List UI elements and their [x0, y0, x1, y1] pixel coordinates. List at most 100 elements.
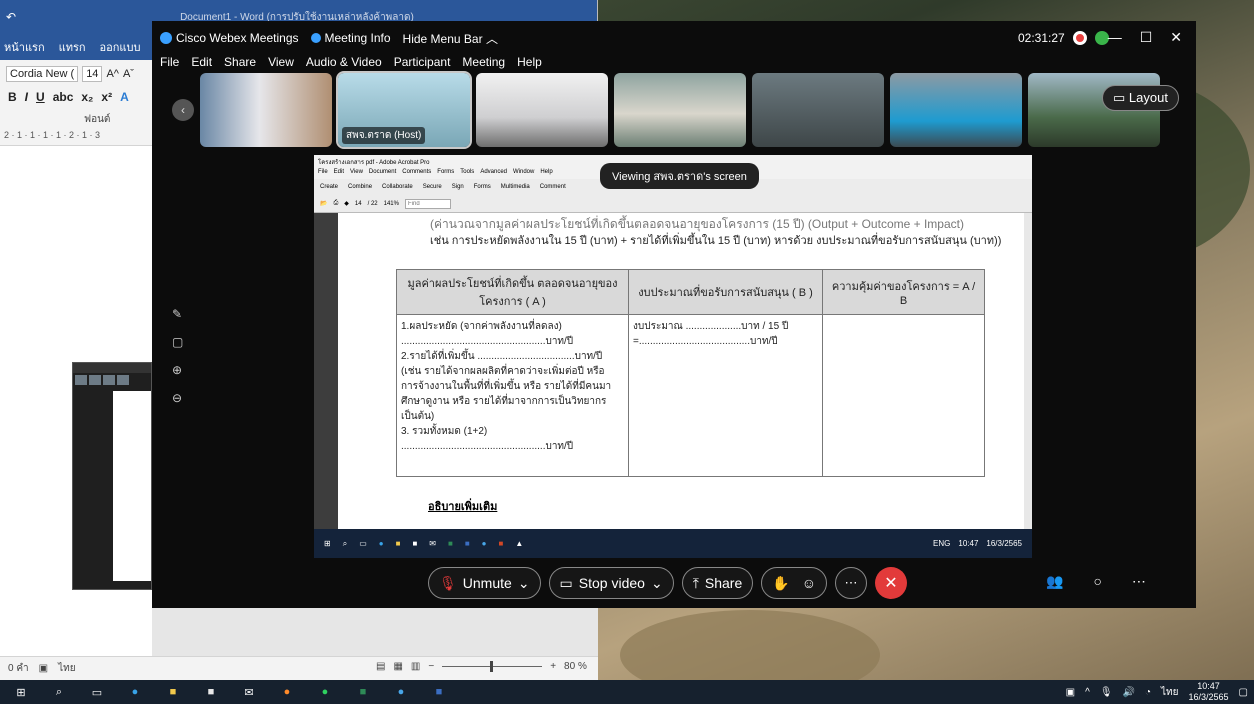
firefox-icon[interactable]: ● — [278, 683, 296, 701]
superscript-icon[interactable]: x² — [101, 90, 112, 104]
reaction-icon[interactable]: ☺ — [802, 575, 816, 591]
font-size-select[interactable]: 14 — [82, 66, 103, 82]
bold-icon[interactable]: B — [8, 90, 17, 104]
zoom-out-icon[interactable]: ⊖ — [172, 391, 183, 405]
chat-icon[interactable]: ○ — [1093, 573, 1101, 590]
maximize-icon[interactable]: ☐ — [1140, 29, 1153, 46]
participant-video-host[interactable]: สพจ.ตราด (Host) — [336, 71, 472, 149]
minimize-icon[interactable]: — — [1108, 29, 1122, 46]
tab-insert[interactable]: แทรก — [59, 38, 86, 56]
tab-home[interactable]: หน้าแรก — [4, 38, 45, 56]
taskbar-clock[interactable]: 10:47 16/3/2565 — [1189, 681, 1229, 703]
italic-icon[interactable]: I — [25, 90, 28, 104]
more-panels-icon[interactable]: ⋯ — [1132, 573, 1146, 590]
wifi-icon[interactable]: ◔ — [1145, 687, 1151, 698]
explorer-icon[interactable]: ■ — [164, 683, 182, 701]
word-icon[interactable]: ■ — [430, 683, 448, 701]
task-view-icon[interactable]: ▭ — [88, 683, 106, 701]
caption-icon[interactable]: ▢ — [172, 335, 183, 349]
meeting-info-button[interactable]: Meeting Info — [310, 31, 391, 45]
leave-meeting-button[interactable]: ✕ — [874, 567, 907, 599]
zoom-slider[interactable] — [442, 661, 543, 672]
tab-design[interactable]: ออกแบบ — [100, 38, 141, 56]
stop-video-button[interactable]: ▭ Stop video ⌄ — [548, 567, 674, 599]
participant-video[interactable] — [200, 73, 332, 147]
participants-icon[interactable]: 👥 — [1046, 573, 1063, 590]
prev-page-icon[interactable]: ◆ — [344, 200, 349, 207]
grow-font-icon[interactable]: A^ — [106, 68, 119, 80]
word-count[interactable]: 0 คำ — [8, 661, 29, 676]
notification-icon[interactable]: ▢ — [1239, 687, 1248, 698]
print-layout-icon[interactable]: ▦ — [393, 661, 402, 672]
menu-help[interactable]: Help — [517, 55, 542, 69]
menu-file[interactable]: File — [160, 55, 179, 69]
zoom-in-button[interactable]: + — [550, 661, 556, 672]
search-icon[interactable]: ⌕ — [50, 683, 68, 701]
undo-icon[interactable]: ↶ — [6, 10, 16, 24]
participant-video[interactable] — [752, 73, 884, 147]
raise-hand-reactions[interactable]: ✋ ☺ — [761, 567, 827, 599]
participant-video[interactable] — [890, 73, 1022, 147]
acro-menu-file[interactable]: File — [318, 169, 328, 179]
tablet-icon[interactable]: ▣ — [1066, 687, 1075, 698]
acro-sign[interactable]: Sign — [452, 184, 464, 190]
excel-icon[interactable]: ■ — [354, 683, 372, 701]
share-button[interactable]: ⤒ Share — [681, 567, 754, 599]
acro-menu-forms[interactable]: Forms — [437, 169, 454, 179]
open-icon[interactable]: 📂 — [320, 200, 327, 207]
acro-collaborate[interactable]: Collaborate — [382, 184, 413, 190]
pen-icon[interactable]: ✎ — [172, 307, 183, 321]
line-icon[interactable]: ● — [316, 683, 334, 701]
menu-view[interactable]: View — [268, 55, 294, 69]
participant-video[interactable] — [476, 73, 608, 147]
unmute-button[interactable]: 🎙 Unmute ⌄ — [428, 567, 541, 599]
page-current[interactable]: 14 — [355, 201, 362, 207]
acro-menu-document[interactable]: Document — [369, 169, 396, 179]
print-icon[interactable]: ⎙ — [333, 200, 338, 207]
acro-menu-window[interactable]: Window — [513, 169, 534, 179]
read-mode-icon[interactable]: ▤ — [376, 661, 385, 672]
language-status[interactable]: ไทย — [58, 661, 75, 676]
status-icon[interactable] — [1094, 31, 1109, 45]
edge-icon[interactable]: ● — [126, 683, 144, 701]
menu-meeting[interactable]: Meeting — [462, 55, 505, 69]
close-icon[interactable]: ✕ — [1170, 29, 1182, 46]
acrobat-scrollbar[interactable] — [1024, 213, 1032, 529]
volume-icon[interactable]: 🔊 — [1123, 687, 1135, 698]
acro-zoom[interactable]: 141% — [384, 201, 399, 207]
chevron-up-icon[interactable]: ^ — [1085, 687, 1090, 698]
menu-audio-video[interactable]: Audio & Video — [306, 55, 382, 69]
acro-create[interactable]: Create — [320, 184, 338, 190]
menu-share[interactable]: Share — [224, 55, 256, 69]
proofing-icon[interactable]: ▣ — [39, 663, 48, 674]
store-icon[interactable]: ■ — [202, 683, 220, 701]
mic-icon[interactable]: 🎙 — [1100, 687, 1113, 698]
underline-icon[interactable]: U — [36, 90, 45, 104]
acro-find-input[interactable] — [404, 198, 451, 209]
recording-icon[interactable] — [1072, 31, 1087, 45]
more-options-button[interactable]: ⋯ — [834, 567, 867, 599]
language-indicator[interactable]: ไทย — [1161, 685, 1178, 700]
acro-multimedia[interactable]: Multimedia — [501, 184, 530, 190]
subscript-icon[interactable]: x₂ — [81, 90, 93, 104]
layout-button[interactable]: ▭ Layout — [1102, 85, 1179, 111]
acro-secure[interactable]: Secure — [423, 184, 442, 190]
acro-comment[interactable]: Comment — [540, 184, 566, 190]
zoom-in-icon[interactable]: ⊕ — [172, 363, 183, 377]
zoom-level[interactable]: 80 % — [564, 661, 587, 672]
acro-menu-help[interactable]: Help — [540, 169, 552, 179]
webex-icon[interactable]: ● — [392, 683, 410, 701]
menu-edit[interactable]: Edit — [191, 55, 212, 69]
acro-forms[interactable]: Forms — [474, 184, 491, 190]
hand-icon[interactable]: ✋ — [772, 575, 789, 592]
strikethrough-icon[interactable]: abc — [53, 90, 74, 104]
acro-menu-edit[interactable]: Edit — [334, 169, 344, 179]
acro-menu-comments[interactable]: Comments — [402, 169, 431, 179]
acro-menu-advanced[interactable]: Advanced — [480, 169, 507, 179]
participant-video[interactable] — [614, 73, 746, 147]
menu-participant[interactable]: Participant — [394, 55, 451, 69]
zoom-out-button[interactable]: − — [428, 661, 434, 672]
font-name-select[interactable]: Cordia New ( — [6, 66, 79, 82]
start-icon[interactable]: ⊞ — [12, 683, 30, 701]
acro-menu-tools[interactable]: Tools — [460, 169, 474, 179]
